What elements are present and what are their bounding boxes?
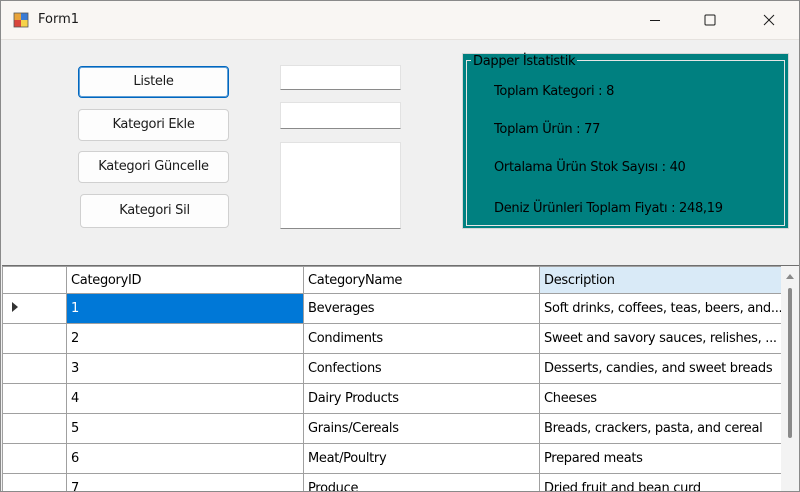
cell-category-name[interactable]: Grains/Cereals [303, 413, 540, 444]
row-header[interactable] [2, 443, 67, 474]
table-row[interactable]: 6 Meat/Poultry Prepared meats [2, 443, 788, 474]
current-row-arrow-icon [12, 302, 18, 312]
cell-category-id[interactable]: 3 [66, 353, 304, 384]
seafood-total-price-label: Deniz Ürünleri Toplam Fiyatı : 248,19 [494, 201, 723, 216]
row-header[interactable] [2, 293, 67, 324]
avg-stock-label: Ortalama Ürün Stok Sayısı : 40 [494, 160, 686, 175]
table-row[interactable]: 1 Beverages Soft drinks, coffees, teas, … [2, 293, 788, 324]
cell-category-name[interactable]: Confections [303, 353, 540, 384]
cell-category-id[interactable]: 2 [66, 323, 304, 354]
text-input-2[interactable] [280, 102, 401, 129]
scroll-up-icon[interactable] [786, 274, 794, 279]
vertical-scrollbar[interactable] [781, 266, 799, 491]
cell-category-name[interactable]: Meat/Poultry [303, 443, 540, 474]
title-bar[interactable]: Form1 [1, 1, 799, 40]
cell-category-id[interactable]: 6 [66, 443, 304, 474]
scrollbar-thumb[interactable] [788, 288, 792, 438]
cell-description[interactable]: Sweet and savory sauces, relishes, ... [538, 323, 788, 354]
row-header-corner[interactable] [2, 266, 67, 294]
window-title: Form1 [38, 12, 80, 27]
cell-category-name[interactable]: Dairy Products [303, 383, 540, 414]
minimize-button[interactable] [632, 1, 678, 40]
maximize-icon [704, 14, 716, 26]
update-category-button[interactable]: Kategori Güncelle [78, 151, 229, 183]
close-button[interactable] [746, 1, 792, 40]
stats-group: Dapper İstatistik Toplam Kategori : 8 To… [462, 53, 789, 229]
column-header-description[interactable]: Description [538, 266, 788, 294]
row-header[interactable] [2, 383, 67, 414]
cell-description[interactable]: Cheeses [538, 383, 788, 414]
cell-description[interactable]: Breads, crackers, pasta, and cereal [538, 413, 788, 444]
table-row[interactable]: 4 Dairy Products Cheeses [2, 383, 788, 414]
row-header[interactable] [2, 323, 67, 354]
cell-category-id[interactable]: 4 [66, 383, 304, 414]
category-table: CategoryID CategoryName Description 1 Be… [2, 266, 788, 491]
cell-description[interactable]: Desserts, candies, and sweet breads [538, 353, 788, 384]
cell-description[interactable]: Soft drinks, coffees, teas, beers, and..… [538, 293, 788, 324]
cell-category-id[interactable]: 5 [66, 413, 304, 444]
column-header-categoryid[interactable]: CategoryID [66, 266, 304, 294]
delete-category-button[interactable]: Kategori Sil [80, 194, 229, 228]
text-area[interactable] [280, 142, 401, 229]
category-data-grid[interactable]: CategoryID CategoryName Description 1 Be… [2, 265, 799, 491]
table-row[interactable]: 2 Condiments Sweet and savory sauces, re… [2, 323, 788, 354]
minimize-icon [650, 20, 660, 21]
maximize-button[interactable] [687, 1, 733, 40]
app-icon [13, 12, 29, 28]
column-header-categoryname[interactable]: CategoryName [303, 266, 540, 294]
stats-group-legend: Dapper İstatistik [471, 54, 578, 69]
table-header-row: CategoryID CategoryName Description [2, 266, 788, 294]
row-header[interactable] [2, 473, 67, 491]
cell-description[interactable]: Prepared meats [538, 443, 788, 474]
cell-category-id[interactable]: 1 [66, 293, 304, 324]
total-products-label: Toplam Ürün : 77 [494, 122, 601, 137]
cell-category-name[interactable]: Condiments [303, 323, 540, 354]
text-input-1[interactable] [280, 65, 401, 90]
cell-category-name[interactable]: Beverages [303, 293, 540, 324]
table-row[interactable]: 5 Grains/Cereals Breads, crackers, pasta… [2, 413, 788, 444]
total-categories-label: Toplam Kategori : 8 [494, 84, 615, 99]
add-category-button[interactable]: Kategori Ekle [78, 109, 229, 141]
row-header[interactable] [2, 413, 67, 444]
row-header[interactable] [2, 353, 67, 384]
table-row[interactable]: 7 Produce Dried fruit and bean curd [2, 473, 788, 491]
app-window: Form1 Listele Kategori Ekle Kategori Gün… [0, 0, 800, 492]
close-icon [763, 14, 775, 26]
list-button[interactable]: Listele [78, 66, 229, 98]
cell-category-id[interactable]: 7 [66, 473, 304, 491]
cell-category-name[interactable]: Produce [303, 473, 540, 491]
cell-description[interactable]: Dried fruit and bean curd [538, 473, 788, 491]
table-row[interactable]: 3 Confections Desserts, candies, and swe… [2, 353, 788, 384]
